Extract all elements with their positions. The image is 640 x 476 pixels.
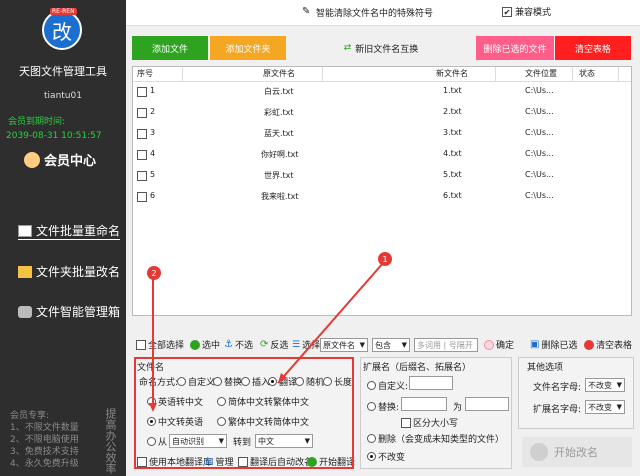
arrow-2-head: [149, 403, 157, 412]
annotation-arrows: [149, 261, 385, 412]
badge-2: 2: [147, 266, 161, 280]
arrow-1-line: [277, 261, 385, 384]
badge-1: 1: [378, 252, 392, 266]
